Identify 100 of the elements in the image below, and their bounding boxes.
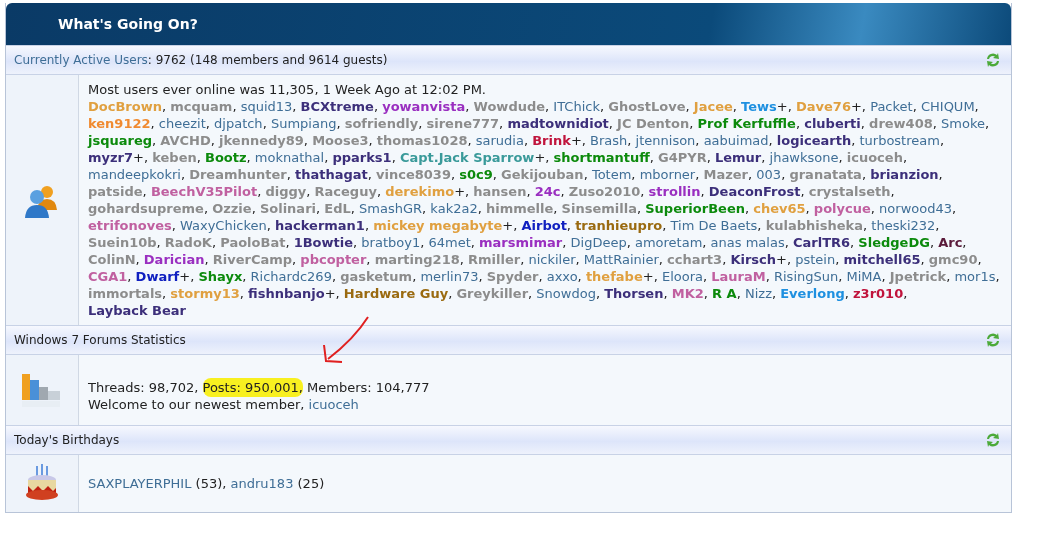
username-link[interactable]: thomas1028 — [376, 133, 468, 148]
username-link[interactable]: kak2a2 — [430, 201, 478, 216]
username-link[interactable]: mitchell65 — [843, 252, 921, 267]
username-link[interactable]: Suein10b — [88, 235, 157, 250]
username-link[interactable]: axxo — [546, 269, 578, 284]
username-link[interactable]: Capt.Jack Sparrow — [399, 150, 535, 165]
username-link[interactable]: MiMA — [846, 269, 882, 284]
username-link[interactable]: gohardsupreme — [88, 201, 204, 216]
username-link[interactable]: gmc90 — [928, 252, 978, 267]
username-link[interactable]: SAXPLAYERPHIL — [88, 476, 192, 491]
username-link[interactable]: hansen — [473, 184, 527, 199]
username-link[interactable]: aabuimad — [703, 133, 769, 148]
username-link[interactable]: 003 — [756, 167, 782, 182]
username-link[interactable]: mor1s — [954, 269, 996, 284]
username-link[interactable]: Moose3 — [312, 133, 369, 148]
username-link[interactable]: gasketum — [340, 269, 413, 284]
username-link[interactable]: Everlong — [780, 286, 845, 301]
username-link[interactable]: Mazer — [703, 167, 748, 182]
username-link[interactable]: icuoceh — [308, 397, 359, 412]
username-link[interactable]: Sinsemilla — [561, 201, 637, 216]
username-link[interactable]: kulabhisheka — [765, 218, 863, 233]
username-link[interactable]: andru183 — [230, 476, 294, 491]
username-link[interactable]: Thorsen — [604, 286, 664, 301]
username-link[interactable]: PaoloBat — [220, 235, 286, 250]
active-users-link[interactable]: Currently Active Users — [14, 53, 148, 67]
username-link[interactable]: nickiler — [528, 252, 576, 267]
username-link[interactable]: etrifonoves — [88, 218, 172, 233]
username-link[interactable]: Richardc269 — [250, 269, 332, 284]
username-link[interactable]: Kirsch — [730, 252, 777, 267]
username-link[interactable]: merlin73 — [420, 269, 479, 284]
username-link[interactable]: Ozzie — [212, 201, 252, 216]
username-link[interactable]: Airbot — [521, 218, 567, 233]
username-link[interactable]: G4PYR — [658, 150, 707, 165]
username-link[interactable]: theski232 — [871, 218, 936, 233]
username-link[interactable]: pparks1 — [332, 150, 392, 165]
username-link[interactable]: Wowdude — [473, 99, 546, 114]
username-link[interactable]: shortmantuff — [553, 150, 650, 165]
username-link[interactable]: cchart3 — [667, 252, 723, 267]
username-link[interactable]: Eloora — [661, 269, 703, 284]
username-link[interactable]: anas malas — [710, 235, 785, 250]
username-link[interactable]: MK2 — [671, 286, 704, 301]
username-link[interactable]: polycue — [813, 201, 871, 216]
username-link[interactable]: marting218 — [374, 252, 460, 267]
username-link[interactable]: DigDeep — [570, 235, 627, 250]
username-link[interactable]: Rmiller — [468, 252, 521, 267]
username-link[interactable]: jtennison — [635, 133, 696, 148]
username-link[interactable]: 1Bowtie — [293, 235, 354, 250]
username-link[interactable]: 64met — [428, 235, 471, 250]
username-link[interactable]: drew408 — [869, 116, 933, 131]
username-link[interactable]: Bootz — [205, 150, 247, 165]
username-link[interactable]: DeaconFrost — [708, 184, 801, 199]
username-link[interactable]: R A — [712, 286, 737, 301]
username-link[interactable]: Spyder — [486, 269, 539, 284]
username-link[interactable]: Nizz — [744, 286, 772, 301]
username-link[interactable]: fishnbanjo — [248, 286, 325, 301]
username-link[interactable]: AVCHD — [160, 133, 211, 148]
username-link[interactable]: Tews — [741, 99, 777, 114]
username-link[interactable]: Darician — [143, 252, 205, 267]
refresh-icon[interactable] — [985, 51, 1001, 69]
username-link[interactable]: RisingSun — [773, 269, 839, 284]
refresh-icon[interactable] — [985, 431, 1001, 449]
username-link[interactable]: Sumpiang — [270, 116, 337, 131]
username-link[interactable]: Packet — [870, 99, 913, 114]
username-link[interactable]: BCXtreme — [300, 99, 374, 114]
username-link[interactable]: pstein — [795, 252, 836, 267]
username-link[interactable]: SuperiorBeen — [645, 201, 745, 216]
username-link[interactable]: icuoceh — [846, 150, 903, 165]
username-link[interactable]: diggy — [265, 184, 307, 199]
username-link[interactable]: sarudia — [475, 133, 524, 148]
username-link[interactable]: MattRainier — [583, 252, 659, 267]
username-link[interactable]: Raceguy — [314, 184, 377, 199]
username-link[interactable]: jhawksone — [769, 150, 839, 165]
username-link[interactable]: Hardware Guy — [343, 286, 449, 301]
username-link[interactable]: jkennedy89 — [219, 133, 304, 148]
username-link[interactable]: RadoK — [164, 235, 212, 250]
username-link[interactable]: Layback Bear — [88, 303, 186, 318]
username-link[interactable]: CHIQUM — [920, 99, 975, 114]
username-link[interactable]: mborner — [639, 167, 696, 182]
username-link[interactable]: cheezit — [158, 116, 206, 131]
username-link[interactable]: Greykiller — [456, 286, 529, 301]
username-link[interactable]: keben — [152, 150, 197, 165]
username-link[interactable]: Snowdog — [536, 286, 596, 301]
username-link[interactable]: 24c — [534, 184, 561, 199]
username-link[interactable]: Smoke — [941, 116, 985, 131]
username-link[interactable]: Lemur — [714, 150, 762, 165]
username-link[interactable]: cluberti — [804, 116, 861, 131]
username-link[interactable]: myzr7 — [88, 150, 134, 165]
username-link[interactable]: djpatch — [214, 116, 263, 131]
username-link[interactable]: bratboy1 — [361, 235, 421, 250]
username-link[interactable]: Solinari — [259, 201, 316, 216]
username-link[interactable]: ITChick — [553, 99, 600, 114]
username-link[interactable]: ken9122 — [88, 116, 151, 131]
username-link[interactable]: thathagat — [295, 167, 368, 182]
username-link[interactable]: jsquareg — [88, 133, 153, 148]
username-link[interactable]: moknathal — [254, 150, 325, 165]
username-link[interactable]: mcquam — [170, 99, 233, 114]
username-link[interactable]: mandeepkokri — [88, 167, 181, 182]
username-link[interactable]: strollin — [648, 184, 701, 199]
username-link[interactable]: madtownidiot — [507, 116, 609, 131]
username-link[interactable]: Brash — [590, 133, 628, 148]
